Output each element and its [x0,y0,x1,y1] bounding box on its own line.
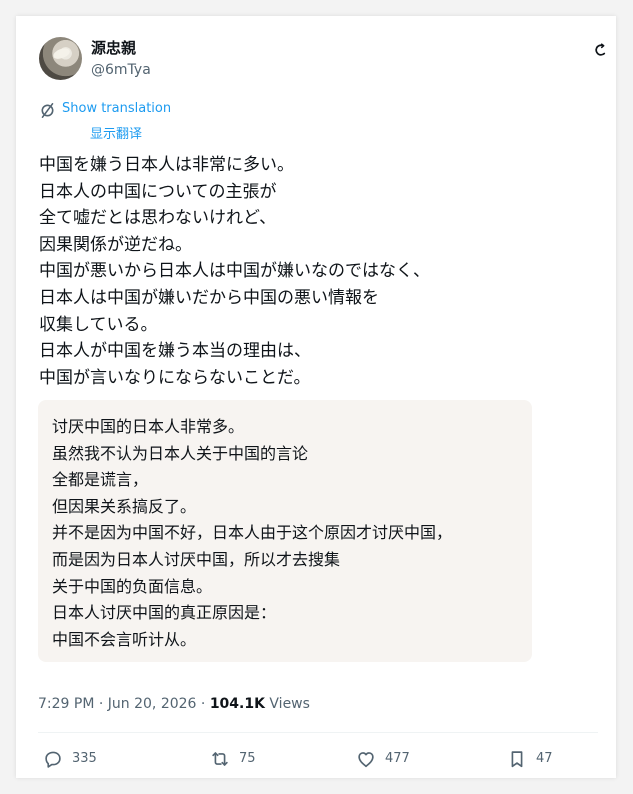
avatar[interactable] [39,37,82,80]
bookmark-count: 47 [536,751,553,766]
views-count[interactable]: 104.1K [210,696,265,712]
bookmark-button[interactable]: 47 [506,747,553,771]
tweet-text: 中国を嫌う日本人は非常に多い。 日本人の中国についての主張が 全て嘘だとは思わな… [39,155,430,388]
retweet-count: 75 [239,751,256,766]
views-label: Views [269,696,310,712]
bookmark-icon [511,751,523,768]
like-count: 477 [385,751,410,766]
partial-icon[interactable] [594,43,606,57]
tweet-time[interactable]: 7:29 PM [38,696,94,712]
reply-button[interactable]: 335 [42,747,97,771]
like-button[interactable]: 477 [355,747,410,771]
reply-icon [45,751,61,768]
author-display-name[interactable]: 源忠親 [91,38,136,58]
meta-separator: · [200,696,206,712]
heart-icon [358,752,374,768]
tweet-card: 源忠親 @6mTya Show translation 显示翻译 中国を嫌う日本… [16,16,616,778]
retweet-button[interactable]: 75 [209,747,256,771]
retweet-icon [212,752,228,766]
translation-language-label[interactable]: 显示翻译 [90,126,142,143]
actions-divider [38,732,598,733]
translation-text: 讨厌中国的日本人非常多。 虽然我不认为日本人关于中国的言论 全都是谎言， 但因果… [52,417,453,649]
translation-controls: Show translation 显示翻译 [39,100,259,144]
tweet-header: 源忠親 @6mTya [39,37,606,85]
tweet-date[interactable]: Jun 20, 2026 [108,696,197,712]
tweet-meta: 7:29 PM · Jun 20, 2026 · 104.1K Views [38,695,310,713]
translate-icon [41,103,54,118]
translation-box: 讨厌中国的日本人非常多。 虽然我不认为日本人关于中国的言论 全都是谎言， 但因果… [38,400,532,662]
meta-separator: · [98,696,104,712]
author-handle[interactable]: @6mTya [91,61,151,80]
show-translation-link[interactable]: Show translation [62,100,171,117]
tweet-actions: 335 75 477 47 [38,747,598,771]
reply-count: 335 [72,751,97,766]
